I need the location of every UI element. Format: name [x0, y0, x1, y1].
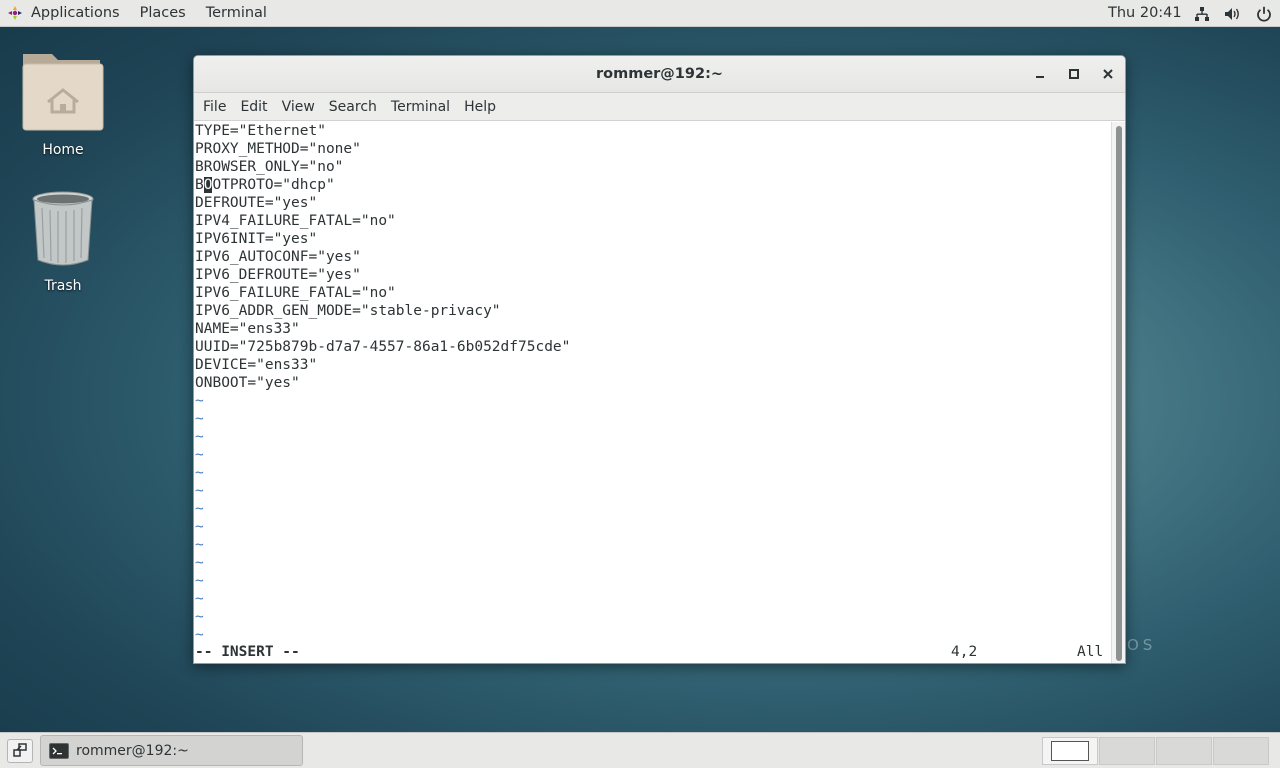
minimize-icon [1034, 65, 1046, 84]
editor-line: IPV6INIT="yes" [195, 231, 318, 247]
close-button[interactable] [1093, 56, 1123, 93]
bottom-panel: rommer@192:~ [0, 732, 1280, 768]
network-icon [1194, 6, 1210, 22]
places-label: Places [139, 5, 186, 21]
window-title: rommer@192:~ [595, 66, 724, 82]
editor-line: IPV6_ADDR_GEN_MODE="stable-privacy" [195, 303, 501, 319]
clock[interactable]: Thu 20:41 [1108, 0, 1182, 27]
editor-line: NAME="ens33" [195, 321, 300, 337]
empty-line-marker: ~ [195, 483, 204, 499]
close-icon [1102, 65, 1114, 84]
empty-line-marker: ~ [195, 537, 204, 553]
menu-help[interactable]: Help [457, 93, 503, 120]
workspace-4[interactable] [1213, 737, 1269, 765]
editor-line: PROXY_METHOD="none" [195, 141, 361, 157]
workspace-3[interactable] [1156, 737, 1212, 765]
menu-search[interactable]: Search [322, 93, 384, 120]
workspace-2[interactable] [1099, 737, 1155, 765]
applications-icon [7, 5, 23, 21]
vim-status-line: -- INSERT -- 4,2 All [194, 643, 1113, 661]
minimize-button[interactable] [1025, 56, 1055, 93]
empty-line-marker: ~ [195, 501, 204, 517]
scroll-percent: All [1077, 644, 1104, 660]
terminal-menu-label: Terminal [205, 5, 267, 21]
maximize-icon [1068, 65, 1080, 84]
applications-label: Applications [31, 5, 120, 21]
places-menu[interactable]: Places [130, 0, 196, 26]
trash-label: Trash [44, 278, 82, 294]
editor-line: IPV6_DEFROUTE="yes" [195, 267, 361, 283]
empty-line-marker: ~ [195, 627, 204, 643]
editor-line: ONBOOT="yes" [195, 375, 300, 391]
editor-line: DEFROUTE="yes" [195, 195, 318, 211]
vim-mode-indicator: -- INSERT -- [195, 644, 300, 660]
terminal-scrollbar[interactable] [1111, 122, 1125, 663]
editor-line: IPV6_FAILURE_FATAL="no" [195, 285, 396, 301]
editor-buffer: TYPE="Ethernet" PROXY_METHOD="none" BROWSE… [194, 122, 1113, 644]
taskbar-item-label: rommer@192:~ [76, 742, 189, 759]
scrollbar-thumb[interactable] [1116, 126, 1122, 661]
applications-menu[interactable]: Applications [0, 0, 130, 26]
taskbar-terminal-item[interactable]: rommer@192:~ [40, 735, 303, 766]
editor-line: IPV4_FAILURE_FATAL="no" [195, 213, 396, 229]
empty-line-marker: ~ [195, 429, 204, 445]
menu-view[interactable]: View [275, 93, 322, 120]
home-label: Home [42, 142, 84, 158]
terminal-content[interactable]: TYPE="Ethernet" PROXY_METHOD="none" BROWSE… [194, 122, 1113, 663]
trash-icon [28, 191, 98, 274]
editor-line: IPV6_AUTOCONF="yes" [195, 249, 361, 265]
desktop-watermark: OS [1127, 636, 1157, 654]
top-bar: Applications Places Terminal Thu 20:41 [0, 0, 1280, 27]
show-desktop-icon [13, 742, 27, 761]
terminal-app-menu[interactable]: Terminal [196, 0, 277, 26]
desktop-home-icon[interactable]: Home [13, 48, 113, 158]
empty-line-marker: ~ [195, 573, 204, 589]
empty-line-marker: ~ [195, 609, 204, 625]
menu-edit[interactable]: Edit [233, 93, 274, 120]
window-titlebar[interactable]: rommer@192:~ [194, 56, 1125, 93]
empty-line-marker: ~ [195, 393, 204, 409]
editor-line: BOOTPROTO="dhcp" [195, 177, 335, 193]
workspace-1[interactable] [1042, 737, 1098, 765]
editor-line: TYPE="Ethernet" [195, 123, 326, 139]
desktop-trash-icon[interactable]: Trash [13, 190, 113, 294]
empty-line-marker: ~ [195, 411, 204, 427]
terminal-window[interactable]: rommer@192:~ File Edit View Search Termi… [193, 55, 1126, 664]
empty-line-marker: ~ [195, 465, 204, 481]
empty-line-marker: ~ [195, 555, 204, 571]
show-desktop-button[interactable] [7, 739, 33, 763]
empty-line-marker: ~ [195, 519, 204, 535]
workspace-switcher [1042, 737, 1269, 765]
empty-line-marker: ~ [195, 447, 204, 463]
empty-line-marker: ~ [195, 591, 204, 607]
power-icon [1256, 6, 1272, 22]
cursor-position: 4,2 [951, 644, 978, 660]
terminal-icon [49, 742, 69, 759]
editor-line: DEVICE="ens33" [195, 357, 318, 373]
menu-terminal[interactable]: Terminal [384, 93, 457, 120]
menu-file[interactable]: File [196, 93, 233, 120]
editor-line: UUID="725b879b-d7a7-4557-86a1-6b052df75c… [195, 339, 571, 355]
editor-line: BROWSER_ONLY="no" [195, 159, 344, 175]
home-folder-icon [20, 54, 106, 138]
terminal-menubar: File Edit View Search Terminal Help [194, 93, 1125, 121]
volume-icon [1224, 6, 1242, 22]
maximize-button[interactable] [1059, 56, 1089, 93]
system-tray[interactable] [1194, 0, 1272, 27]
